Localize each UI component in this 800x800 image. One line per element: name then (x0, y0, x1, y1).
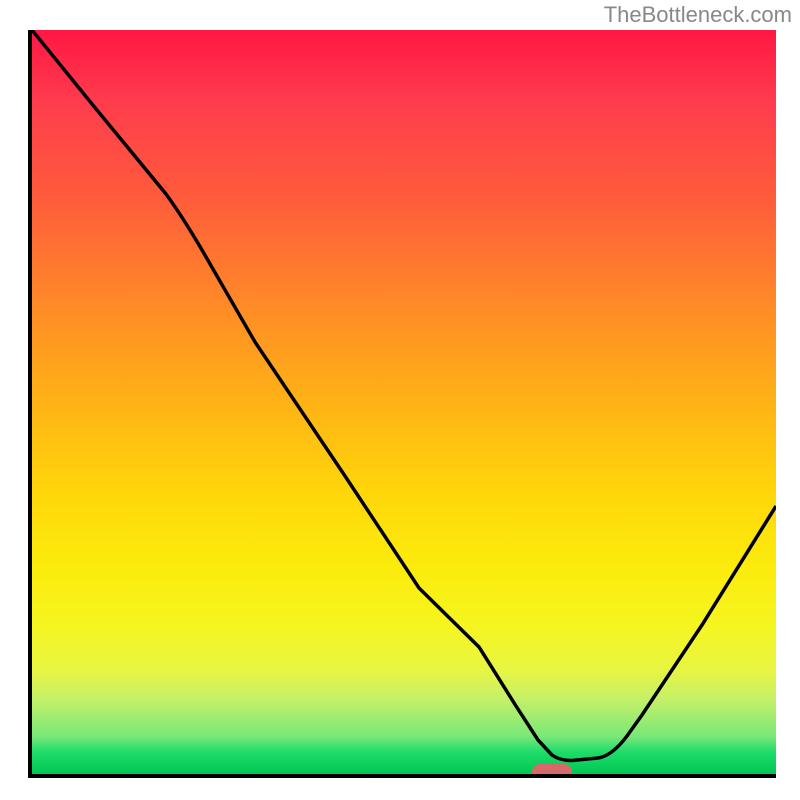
optimal-marker (532, 764, 572, 778)
watermark-text: TheBottleneck.com (604, 2, 792, 28)
plot-area (28, 30, 776, 778)
bottleneck-curve (32, 30, 776, 760)
curve-svg (32, 30, 776, 774)
chart-container: TheBottleneck.com (0, 0, 800, 800)
